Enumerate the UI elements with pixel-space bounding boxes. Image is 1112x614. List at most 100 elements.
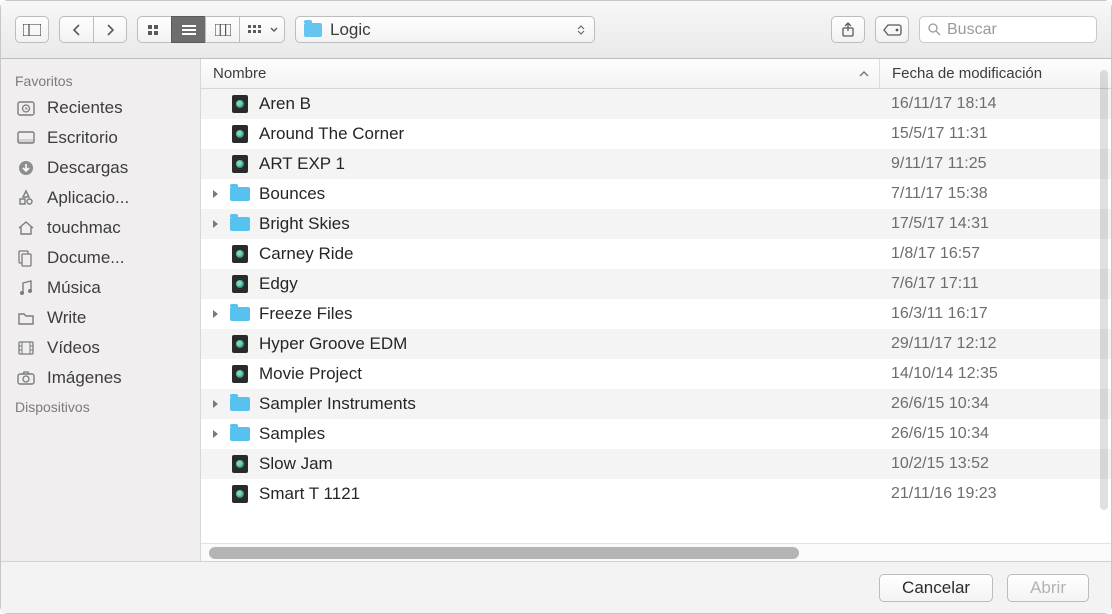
chevron-up-down-icon	[576, 25, 586, 35]
logic-project-icon	[229, 95, 251, 113]
file-date: 16/3/11 16:17	[879, 305, 1111, 323]
disclosure-triangle-icon[interactable]	[201, 429, 229, 439]
back-button[interactable]	[59, 16, 93, 43]
file-name: Slow Jam	[251, 454, 879, 474]
path-label: Logic	[330, 20, 568, 40]
sidebar-item-label: Música	[47, 278, 101, 298]
view-columns-button[interactable]	[205, 16, 239, 43]
sidebar-item-label: Descargas	[47, 158, 128, 178]
file-row[interactable]: Samples26/6/15 10:34	[201, 419, 1111, 449]
file-date: 26/6/15 10:34	[879, 425, 1111, 443]
sidebar-section-header: Dispositivos	[1, 393, 200, 419]
sort-ascending-icon	[859, 70, 869, 78]
disclosure-triangle-icon[interactable]	[201, 399, 229, 409]
search-input[interactable]: Buscar	[919, 16, 1097, 43]
file-row[interactable]: Around The Corner15/5/17 11:31	[201, 119, 1111, 149]
file-date: 14/10/14 12:35	[879, 365, 1111, 383]
disclosure-triangle-icon[interactable]	[201, 189, 229, 199]
file-row[interactable]: Sampler Instruments26/6/15 10:34	[201, 389, 1111, 419]
view-mode-buttons	[137, 16, 285, 43]
home-icon	[15, 219, 37, 237]
clock-icon	[15, 99, 37, 117]
disclosure-triangle-icon[interactable]	[201, 309, 229, 319]
file-row[interactable]: Freeze Files16/3/11 16:17	[201, 299, 1111, 329]
logic-project-icon	[229, 155, 251, 173]
file-row[interactable]: Aren B16/11/17 18:14	[201, 89, 1111, 119]
file-name: Aren B	[251, 94, 879, 114]
apps-icon	[15, 189, 37, 207]
file-date: 15/5/17 11:31	[879, 125, 1111, 143]
sidebar-item-touchmac[interactable]: touchmac	[1, 213, 200, 243]
file-row[interactable]: Bounces7/11/17 15:38	[201, 179, 1111, 209]
file-date: 16/11/17 18:14	[879, 95, 1111, 113]
download-icon	[15, 159, 37, 177]
file-row[interactable]: ART EXP 19/11/17 11:25	[201, 149, 1111, 179]
sidebar-item-label: Docume...	[47, 248, 124, 268]
folder-icon	[15, 309, 37, 327]
share-button[interactable]	[831, 16, 865, 43]
camera-icon	[15, 369, 37, 387]
sidebar-item-label: Imágenes	[47, 368, 122, 388]
sidebar-item-label: Recientes	[47, 98, 123, 118]
file-name: Carney Ride	[251, 244, 879, 264]
file-row[interactable]: Carney Ride1/8/17 16:57	[201, 239, 1111, 269]
folder-icon	[229, 305, 251, 323]
cancel-button[interactable]: Cancelar	[879, 574, 993, 602]
view-icons-button[interactable]	[137, 16, 171, 43]
path-dropdown[interactable]: Logic	[295, 16, 595, 43]
sidebar-item-aplicacio-[interactable]: Aplicacio...	[1, 183, 200, 213]
sidebar-item-descargas[interactable]: Descargas	[1, 153, 200, 183]
film-icon	[15, 339, 37, 357]
sidebar-toggle-button[interactable]	[15, 16, 49, 43]
folder-icon	[229, 425, 251, 443]
sidebar-toggle-group	[15, 16, 49, 43]
sidebar-item-im-genes[interactable]: Imágenes	[1, 363, 200, 393]
sidebar-item-v-deos[interactable]: Vídeos	[1, 333, 200, 363]
sidebar-item-recientes[interactable]: Recientes	[1, 93, 200, 123]
open-button[interactable]: Abrir	[1007, 574, 1089, 602]
disclosure-triangle-icon[interactable]	[201, 219, 229, 229]
file-row[interactable]: Slow Jam10/2/15 13:52	[201, 449, 1111, 479]
file-date: 7/6/17 17:11	[879, 275, 1111, 293]
file-row[interactable]: Movie Project14/10/14 12:35	[201, 359, 1111, 389]
column-name-label: Nombre	[213, 65, 266, 82]
view-gallery-button[interactable]	[239, 16, 285, 43]
column-headers: Nombre Fecha de modificación	[201, 59, 1111, 89]
sidebar-item-m-sica[interactable]: Música	[1, 273, 200, 303]
file-name: Movie Project	[251, 364, 879, 384]
sidebar-section-header: Favoritos	[1, 67, 200, 93]
vertical-scrollbar[interactable]	[1100, 70, 1108, 510]
file-rows: Aren B16/11/17 18:14Around The Corner15/…	[201, 89, 1111, 543]
file-date: 26/6/15 10:34	[879, 395, 1111, 413]
file-row[interactable]: Hyper Groove EDM29/11/17 12:12	[201, 329, 1111, 359]
file-date: 29/11/17 12:12	[879, 335, 1111, 353]
nav-buttons	[59, 16, 127, 43]
file-row[interactable]: Bright Skies17/5/17 14:31	[201, 209, 1111, 239]
file-date: 1/8/17 16:57	[879, 245, 1111, 263]
file-name: Smart T 1121	[251, 484, 879, 504]
dialog-footer: Cancelar Abrir	[1, 561, 1111, 613]
file-name: Freeze Files	[251, 304, 879, 324]
desktop-icon	[15, 129, 37, 147]
column-date[interactable]: Fecha de modificación	[879, 59, 1111, 88]
sidebar-item-escritorio[interactable]: Escritorio	[1, 123, 200, 153]
sidebar-item-label: Escritorio	[47, 128, 118, 148]
file-name: Edgy	[251, 274, 879, 294]
column-name[interactable]: Nombre	[201, 65, 879, 82]
file-row[interactable]: Edgy7/6/17 17:11	[201, 269, 1111, 299]
horizontal-scrollbar[interactable]	[201, 543, 1111, 561]
file-name: Sampler Instruments	[251, 394, 879, 414]
horizontal-scrollbar-thumb[interactable]	[209, 547, 799, 559]
view-list-button[interactable]	[171, 16, 205, 43]
file-row[interactable]: Smart T 112121/11/16 19:23	[201, 479, 1111, 509]
tag-button[interactable]	[875, 16, 909, 43]
sidebar-item-write[interactable]: Write	[1, 303, 200, 333]
sidebar-item-label: touchmac	[47, 218, 121, 238]
search-placeholder: Buscar	[947, 21, 997, 39]
sidebar: Favoritos Recientes Escritorio Descargas Apl…	[1, 59, 201, 561]
sidebar-item-docume-[interactable]: Docume...	[1, 243, 200, 273]
forward-button[interactable]	[93, 16, 127, 43]
file-date: 7/11/17 15:38	[879, 185, 1111, 203]
file-name: ART EXP 1	[251, 154, 879, 174]
main-area: Favoritos Recientes Escritorio Descargas Apl…	[1, 59, 1111, 561]
